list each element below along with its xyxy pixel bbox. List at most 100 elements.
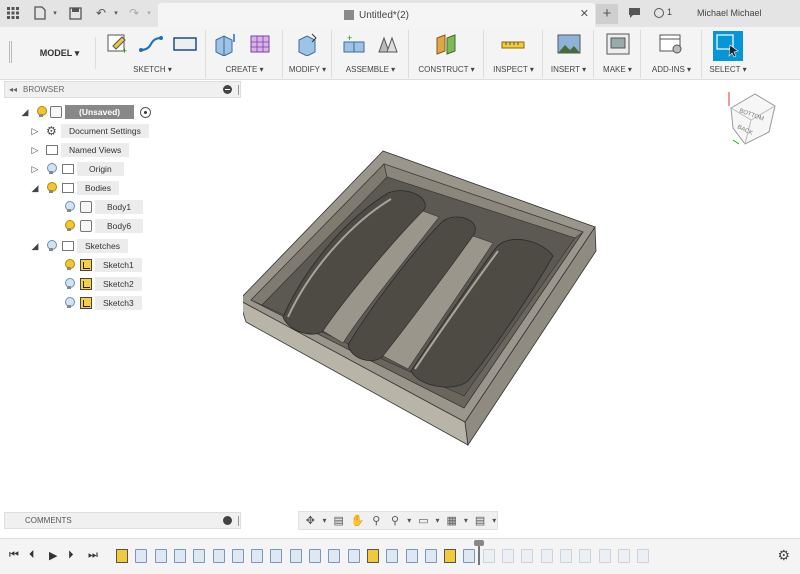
viewports-icon[interactable]: ▤ bbox=[473, 514, 488, 527]
line-tool-icon[interactable] bbox=[138, 32, 164, 56]
look-at-icon[interactable]: ▤ bbox=[331, 514, 346, 527]
collapse-icon[interactable]: ◢ bbox=[30, 183, 40, 194]
visibility-bulb-icon[interactable] bbox=[36, 106, 47, 118]
new-tab-button[interactable]: + bbox=[596, 4, 618, 24]
chevron-down-icon[interactable]: ▾ bbox=[322, 516, 328, 525]
timeline-feature[interactable] bbox=[386, 549, 399, 563]
step-forward-icon[interactable]: ⏵ bbox=[68, 549, 74, 562]
timeline-feature[interactable] bbox=[270, 549, 283, 563]
timeline-sketch-feature[interactable] bbox=[116, 549, 128, 563]
timeline-sketch-feature[interactable] bbox=[444, 549, 457, 563]
insert-group-label[interactable]: INSERT ▾ bbox=[544, 65, 593, 74]
timeline-feature[interactable] bbox=[193, 549, 206, 563]
redo-dropdown-icon[interactable]: ▾ bbox=[141, 5, 157, 21]
create-group-label[interactable]: CREATE ▾ bbox=[207, 65, 282, 74]
tree-item-document-settings[interactable]: ▷ ⚙ Document Settings bbox=[30, 123, 149, 139]
select-icon[interactable] bbox=[713, 31, 743, 61]
job-status[interactable]: 1 bbox=[654, 7, 672, 18]
panel-divider[interactable] bbox=[238, 516, 239, 526]
tree-item-sketches[interactable]: ◢ Sketches bbox=[30, 238, 128, 254]
timeline-feature[interactable] bbox=[347, 549, 360, 563]
measure-icon[interactable] bbox=[500, 32, 526, 56]
go-to-start-icon[interactable]: ⏮ bbox=[9, 549, 19, 562]
add-ins-group-label[interactable]: ADD-INS ▾ bbox=[642, 65, 701, 74]
orbit-icon[interactable]: ✥ bbox=[303, 514, 318, 527]
chevron-down-icon[interactable]: ▾ bbox=[463, 516, 469, 525]
file-menu-icon[interactable] bbox=[32, 5, 48, 21]
workspace-switcher[interactable]: MODEL ▾ bbox=[24, 37, 96, 69]
timeline-feature[interactable] bbox=[154, 549, 167, 563]
timeline-feature[interactable] bbox=[637, 549, 650, 563]
pan-hand-icon[interactable]: ✋ bbox=[350, 514, 365, 527]
apps-grid-icon[interactable] bbox=[5, 5, 21, 21]
timeline-feature[interactable] bbox=[617, 549, 630, 563]
offset-plane-icon[interactable] bbox=[434, 32, 460, 56]
timeline-feature[interactable] bbox=[424, 549, 437, 563]
timeline-feature[interactable] bbox=[135, 549, 148, 563]
minimize-browser-icon[interactable] bbox=[223, 85, 232, 94]
assemble-group-label[interactable]: ASSEMBLE ▾ bbox=[333, 65, 408, 74]
construct-group-label[interactable]: CONSTRUCT ▾ bbox=[410, 65, 483, 74]
expand-icon[interactable]: ▷ bbox=[30, 145, 40, 156]
tree-item-origin[interactable]: ▷ Origin bbox=[30, 161, 124, 177]
collapse-icon[interactable]: ◢ bbox=[30, 241, 40, 252]
timeline-feature[interactable] bbox=[173, 549, 186, 563]
timeline-feature[interactable] bbox=[463, 549, 476, 563]
panel-divider[interactable] bbox=[238, 85, 239, 95]
timeline-sketch-feature[interactable] bbox=[366, 549, 379, 563]
timeline-feature[interactable] bbox=[521, 549, 534, 563]
display-settings-icon[interactable]: ▭ bbox=[416, 514, 431, 527]
tree-item-body6[interactable]: Body6 bbox=[54, 218, 144, 234]
timeline-feature[interactable] bbox=[212, 549, 225, 563]
visibility-bulb-icon[interactable] bbox=[46, 240, 57, 252]
3d-print-icon[interactable] bbox=[605, 32, 631, 56]
timeline-feature[interactable] bbox=[502, 549, 514, 563]
document-tab[interactable]: Untitled*(2) ✕ bbox=[158, 3, 595, 27]
chevron-down-icon[interactable]: ▾ bbox=[491, 516, 497, 525]
comment-icon[interactable] bbox=[626, 5, 642, 21]
tree-item-named-views[interactable]: ▷ Named Views bbox=[30, 142, 130, 158]
create-sketch-icon[interactable]: + bbox=[105, 32, 131, 56]
timeline-marker[interactable] bbox=[474, 540, 484, 565]
expand-icon[interactable]: ▷ bbox=[30, 164, 40, 175]
timeline-feature[interactable] bbox=[579, 549, 592, 563]
toolbar-grip[interactable] bbox=[9, 41, 12, 63]
tree-root[interactable]: ◢ (Unsaved) bbox=[20, 104, 152, 120]
modify-group-label[interactable]: MODIFY ▾ bbox=[284, 65, 331, 74]
visibility-bulb-icon[interactable] bbox=[64, 201, 75, 213]
collapse-icon[interactable]: ◢ bbox=[20, 107, 30, 118]
form-icon[interactable] bbox=[247, 32, 273, 56]
expand-icon[interactable]: ▷ bbox=[30, 126, 40, 137]
model-body[interactable] bbox=[238, 150, 597, 447]
timeline-feature[interactable] bbox=[405, 549, 418, 563]
play-icon[interactable]: ▶ bbox=[49, 549, 57, 562]
insert-image-icon[interactable] bbox=[556, 32, 582, 56]
inspect-group-label[interactable]: INSPECT ▾ bbox=[485, 65, 542, 74]
joint-icon[interactable] bbox=[375, 32, 401, 56]
activate-target-icon[interactable] bbox=[140, 106, 152, 118]
timeline-feature[interactable] bbox=[540, 549, 553, 563]
zoom-icon[interactable]: ⚲ bbox=[369, 514, 384, 527]
select-group-label[interactable]: SELECT ▾ bbox=[703, 65, 753, 74]
timeline-feature[interactable] bbox=[309, 549, 321, 563]
comments-panel[interactable]: COMMENTS bbox=[4, 512, 241, 529]
timeline-feature[interactable] bbox=[598, 549, 611, 563]
tree-item-sketch1[interactable]: Sketch1 bbox=[54, 257, 142, 273]
step-back-icon[interactable]: ⏴ bbox=[29, 549, 35, 562]
close-tab-icon[interactable]: ✕ bbox=[580, 7, 589, 20]
redo-icon[interactable]: ↷ bbox=[126, 5, 142, 21]
timeline-feature[interactable] bbox=[328, 549, 341, 563]
tree-item-sketch2[interactable]: Sketch2 bbox=[54, 276, 142, 292]
visibility-bulb-icon[interactable] bbox=[46, 163, 57, 175]
minimize-comments-icon[interactable] bbox=[223, 516, 232, 525]
timeline-feature[interactable] bbox=[231, 549, 244, 563]
make-group-label[interactable]: MAKE ▾ bbox=[595, 65, 640, 74]
grid-icon[interactable]: ▦ bbox=[444, 514, 459, 527]
chevron-down-icon[interactable]: ▾ bbox=[47, 5, 63, 21]
visibility-bulb-icon[interactable] bbox=[64, 220, 75, 232]
tree-item-sketch3[interactable]: Sketch3 bbox=[54, 295, 142, 311]
sketch-group-label[interactable]: SKETCH ▾ bbox=[100, 65, 205, 74]
user-name[interactable]: Michael Michael bbox=[697, 8, 762, 18]
timeline-feature[interactable] bbox=[482, 549, 495, 563]
collapse-browser-icon[interactable]: ◂◂ bbox=[9, 85, 17, 94]
